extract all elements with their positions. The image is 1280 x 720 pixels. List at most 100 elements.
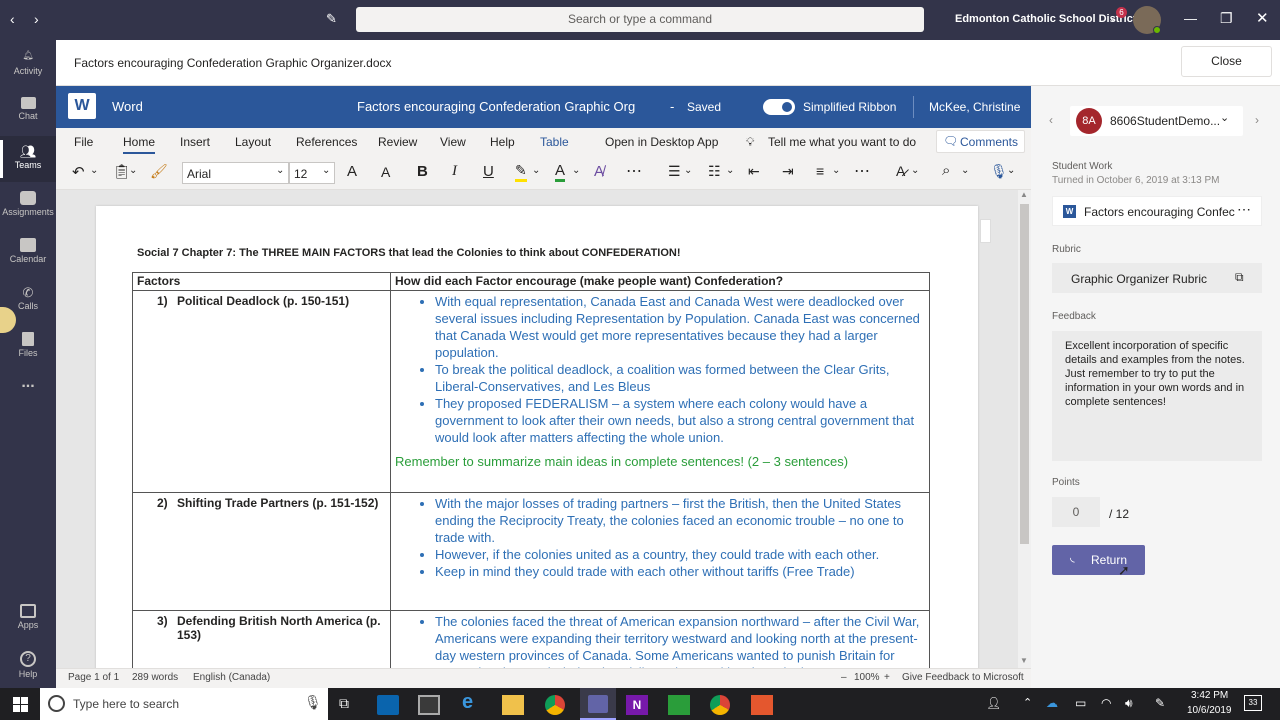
tab-insert[interactable]: Insert <box>180 135 210 149</box>
zoom-level[interactable]: 100% <box>854 672 880 683</box>
dictate-icon[interactable]: 🎙︎ <box>990 163 1008 180</box>
grow-font-icon[interactable]: A <box>347 163 357 180</box>
zoom-in-button[interactable]: + <box>884 672 890 683</box>
student-selector[interactable]: 8A 8606StudentDemo... ⌄ <box>1070 106 1243 136</box>
compose-icon[interactable]: ✎ <box>326 11 337 27</box>
user-name[interactable]: McKee, Christine <box>929 100 1020 114</box>
scroll-thumb[interactable] <box>1020 204 1029 544</box>
return-button[interactable]: ◟ Return <box>1052 545 1145 575</box>
chevron-down-icon[interactable]: ⌄ <box>684 165 692 176</box>
action-center-icon[interactable]: 33 <box>1244 695 1262 711</box>
bold-icon[interactable]: B <box>417 163 428 180</box>
chevron-down-icon[interactable]: ⌄ <box>832 165 840 176</box>
chevron-down-icon[interactable]: ⌄ <box>961 165 969 176</box>
styles-icon[interactable]: A̷ <box>896 163 905 179</box>
shrink-font-icon[interactable]: A <box>381 164 390 180</box>
answer-cell[interactable]: With equal representation, Canada East a… <box>390 290 930 493</box>
file-explorer-icon[interactable] <box>502 695 524 715</box>
chevron-down-icon[interactable]: ⌄ <box>1007 165 1015 176</box>
rail-teams[interactable]: 👥︎ Teams <box>0 136 56 182</box>
open-desktop-app-link[interactable]: Open in Desktop App <box>605 135 718 149</box>
chevron-down-icon[interactable]: ⌄ <box>129 165 137 176</box>
more-paragraph-icon[interactable]: ⋯ <box>854 161 870 181</box>
chevron-down-icon[interactable]: ⌄ <box>726 165 734 176</box>
document-canvas[interactable]: Social 7 Chapter 7: The THREE MAIN FACTO… <box>56 190 1018 668</box>
clear-formatting-icon[interactable]: A̸ <box>594 163 604 180</box>
next-student-icon[interactable]: › <box>1255 113 1259 127</box>
chevron-down-icon[interactable]: ⌄ <box>532 165 540 176</box>
doc-title[interactable]: Factors encouraging Confederation Graphi… <box>357 99 635 114</box>
chrome-icon[interactable] <box>545 695 565 715</box>
back-icon[interactable]: ‹ <box>10 11 15 27</box>
tab-table[interactable]: Table <box>540 135 569 149</box>
underline-icon[interactable]: U <box>483 163 494 180</box>
highlight-icon[interactable]: ✎ <box>515 162 527 182</box>
clock-time[interactable]: 3:42 PM <box>1191 690 1228 701</box>
maximize-icon[interactable]: ❐ <box>1220 10 1233 27</box>
zoom-out-button[interactable]: – <box>841 672 847 683</box>
onenote-icon[interactable]: N <box>626 695 648 715</box>
font-size-select[interactable]: 12 ⌄ <box>289 162 335 184</box>
tab-home[interactable]: Home <box>123 135 156 154</box>
minimize-icon[interactable]: — <box>1184 11 1197 26</box>
app-green-icon[interactable] <box>668 695 690 715</box>
find-icon[interactable]: ⌕ <box>942 162 950 179</box>
close-window-icon[interactable]: ✕ <box>1256 9 1269 27</box>
rail-calendar[interactable]: Calendar <box>0 230 56 276</box>
comments-button[interactable]: 🗨︎ Comments <box>936 130 1025 153</box>
app-red-icon[interactable] <box>751 695 773 715</box>
task-view-icon[interactable]: ⧉ <box>339 695 349 712</box>
tab-help[interactable]: Help <box>490 135 515 149</box>
show-hidden-icons[interactable]: ⌃ <box>1023 696 1032 709</box>
bullets-icon[interactable]: ☰ <box>668 163 681 180</box>
edge-icon[interactable]: e <box>462 691 488 713</box>
chevron-down-icon[interactable]: ⌄ <box>1109 13 1117 24</box>
decrease-indent-icon[interactable]: ⇤ <box>748 163 760 180</box>
points-input[interactable]: 0 <box>1052 497 1100 527</box>
italic-icon[interactable]: I <box>452 163 457 180</box>
clock-date[interactable]: 10/6/2019 <box>1187 705 1232 716</box>
battery-icon[interactable]: ▭ <box>1075 696 1086 710</box>
tab-layout[interactable]: Layout <box>235 135 271 149</box>
forward-icon[interactable]: › <box>34 11 39 27</box>
factor-cell[interactable]: 1) Political Deadlock (p. 150-151) <box>132 290 391 493</box>
command-search-input[interactable]: Search or type a command <box>356 7 924 32</box>
feedback-textarea[interactable]: Excellent incorporation of specific deta… <box>1052 331 1262 461</box>
vertical-scrollbar[interactable]: ▲ ▼ <box>1018 190 1031 668</box>
tab-review[interactable]: Review <box>378 135 417 149</box>
submitted-file[interactable]: W Factors encouraging Confec ⋯ <box>1052 196 1262 226</box>
taskbar-search[interactable]: Type here to search 🎙︎ <box>40 688 328 720</box>
volume-icon[interactable]: 🔊︎ <box>1125 696 1133 711</box>
rubric-button[interactable]: Graphic Organizer Rubric ⧉ <box>1052 263 1262 293</box>
font-color-icon[interactable]: A <box>555 162 566 182</box>
store-icon[interactable] <box>418 695 440 715</box>
align-icon[interactable]: ≡ <box>816 163 824 179</box>
factor-cell[interactable]: 3) Defending British North America (p. 15… <box>132 610 391 668</box>
simplified-ribbon-toggle[interactable] <box>763 99 795 115</box>
windows-start-icon[interactable] <box>13 697 28 712</box>
previous-student-icon[interactable]: ‹ <box>1049 113 1053 127</box>
onedrive-icon[interactable]: ☁ <box>1046 696 1058 710</box>
teams-taskbar-button[interactable] <box>580 688 616 720</box>
answer-cell[interactable]: With the major losses of trading partner… <box>390 492 930 611</box>
pen-icon[interactable]: ✎ <box>1155 696 1165 710</box>
numbering-icon[interactable]: ☷ <box>708 163 721 180</box>
answer-cell[interactable]: The colonies faced the threat of America… <box>390 610 930 668</box>
wifi-icon[interactable]: ◠ <box>1101 696 1111 710</box>
increase-indent-icon[interactable]: ⇥ <box>782 163 794 180</box>
language[interactable]: English (Canada) <box>193 672 270 683</box>
close-button[interactable]: Close <box>1181 46 1272 77</box>
outlook-icon[interactable] <box>377 695 399 715</box>
rail-assignments[interactable]: Assignments <box>0 183 56 229</box>
tab-references[interactable]: References <box>296 135 357 149</box>
tab-view[interactable]: View <box>440 135 466 149</box>
rail-chat[interactable]: Chat <box>0 89 56 135</box>
rail-help[interactable]: ? Help <box>0 643 56 689</box>
scroll-up-icon[interactable]: ▲ <box>1020 190 1028 199</box>
undo-icon[interactable]: ↶ <box>72 163 85 181</box>
word-count[interactable]: 289 words <box>132 672 178 683</box>
chevron-down-icon[interactable]: ⌄ <box>90 165 98 176</box>
font-name-select[interactable]: Arial ⌄ <box>182 162 289 184</box>
people-icon[interactable]: 👤︎ <box>986 696 1001 710</box>
feedback-link[interactable]: Give Feedback to Microsoft <box>902 672 1024 683</box>
